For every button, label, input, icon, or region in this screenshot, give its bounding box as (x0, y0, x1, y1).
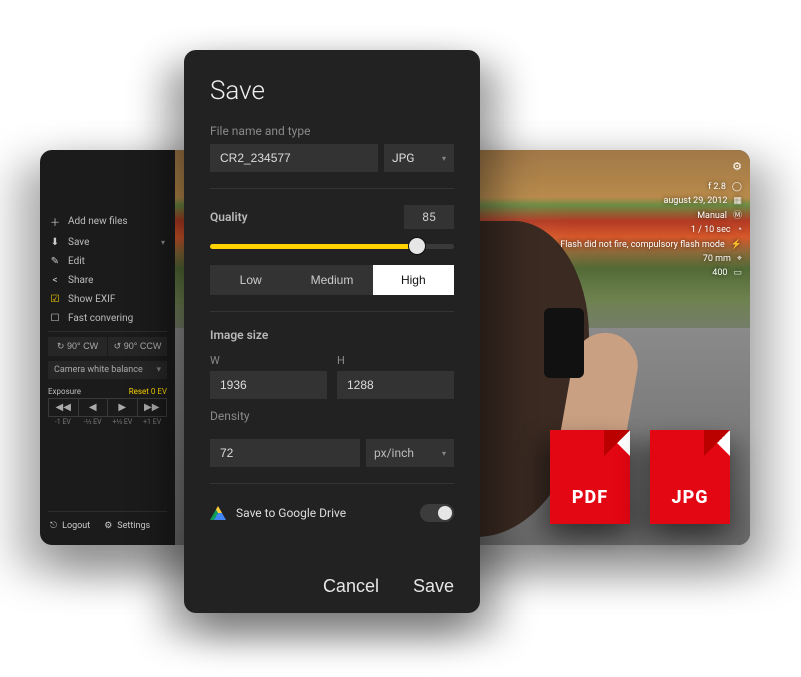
quality-value[interactable]: 85 (404, 205, 454, 229)
cancel-button[interactable]: Cancel (323, 576, 379, 597)
width-input[interactable] (210, 371, 327, 399)
sidebar-item-fast-converting[interactable]: ☐ Fast convering (48, 309, 167, 328)
sidebar: ＋ Add new files ⬇ Save ▾ ✎ Edit < Share … (40, 150, 175, 545)
calendar-icon: ▦ (733, 194, 742, 208)
sidebar-item-label: Edit (68, 256, 85, 267)
gdrive-label: Save to Google Drive (236, 506, 410, 520)
divider (48, 331, 167, 332)
settings-button[interactable]: ⚙Settings (104, 521, 150, 531)
quality-label: Quality (210, 210, 248, 224)
rotate-cw-button[interactable]: ↻ 90° CW (48, 337, 107, 356)
jpg-badge: JPG (650, 430, 730, 524)
divider (48, 511, 167, 512)
clock-icon: ◔ (737, 223, 742, 237)
exif-mode: Manual (697, 209, 727, 223)
sidebar-item-label: Share (68, 275, 93, 286)
density-unit-value: px/inch (374, 446, 414, 460)
image-size-label: Image size (210, 328, 454, 342)
lens-icon: ⌖ (737, 252, 742, 266)
ev-plus-third[interactable]: ▶ (108, 398, 138, 417)
exif-fstop: f 2.8 (708, 180, 726, 194)
quality-high-button[interactable]: High (373, 265, 454, 295)
exposure-labels: -1 EV -⅓ EV +⅓ EV +1 EV (48, 418, 167, 426)
pdf-badge-label: PDF (550, 487, 630, 508)
sidebar-item-save[interactable]: ⬇ Save ▾ (48, 233, 167, 252)
logout-button[interactable]: ⎋Logout (50, 521, 90, 531)
height-input[interactable] (337, 371, 454, 399)
chevron-down-icon: ▾ (161, 238, 165, 247)
save-button[interactable]: Save (413, 576, 454, 597)
chevron-down-icon: ▾ (442, 154, 446, 163)
filetype-select[interactable]: JPG ▾ (384, 144, 454, 172)
mode-icon: Ⓜ (733, 209, 742, 223)
density-label: Density (210, 409, 454, 423)
white-balance-select[interactable]: Camera white balance (48, 361, 167, 379)
exif-shutter: 1 / 10 sec (691, 223, 731, 237)
quality-low-button[interactable]: Low (210, 265, 291, 295)
pencil-icon: ✎ (50, 256, 60, 267)
ev-minus-1[interactable]: ◀◀ (48, 398, 79, 417)
exif-overlay: f 2.8 ◯ august 29, 2012 ▦ Manual Ⓜ 1 / 10 s… (560, 180, 742, 281)
sidebar-item-label: Show EXIF (68, 294, 115, 305)
filetype-value: JPG (392, 151, 414, 165)
exposure-stepper: ◀◀ ◀ ▶ ▶▶ (48, 398, 167, 417)
checkbox-checked-icon: ☑ (50, 294, 60, 305)
exif-date: august 29, 2012 (663, 194, 727, 208)
sidebar-item-label: Fast convering (68, 313, 133, 324)
sidebar-item-label: Save (68, 237, 89, 248)
iso-icon: ▭ (733, 266, 742, 280)
quality-preset-segment: Low Medium High (210, 265, 454, 295)
flash-icon: ⚡ (731, 238, 742, 252)
jpg-badge-label: JPG (650, 487, 730, 508)
gdrive-toggle[interactable] (420, 504, 454, 522)
divider (210, 188, 454, 189)
download-icon: ⬇ (50, 237, 60, 248)
exif-iso: 400 (712, 266, 727, 280)
google-drive-icon (210, 506, 226, 520)
exif-flash: Flash did not fire, compulsory flash mod… (560, 238, 725, 252)
slider-thumb[interactable] (409, 238, 425, 254)
rotate-controls: ↻ 90° CW ↺ 90° CCW (48, 337, 167, 356)
filename-section-label: File name and type (210, 124, 454, 138)
gear-icon: ⚙ (104, 521, 112, 531)
checkbox-empty-icon: ☐ (50, 313, 60, 324)
save-dialog: Save File name and type JPG ▾ Quality 85… (184, 50, 480, 613)
rotate-ccw-button[interactable]: ↺ 90° CCW (107, 337, 167, 356)
ev-minus-third[interactable]: ◀ (79, 398, 109, 417)
density-input[interactable] (210, 439, 360, 467)
pdf-badge: PDF (550, 430, 630, 524)
dialog-title: Save (210, 76, 454, 106)
ev-plus-1[interactable]: ▶▶ (138, 398, 168, 417)
sidebar-item-show-exif[interactable]: ☑ Show EXIF (48, 290, 167, 309)
chevron-down-icon: ▾ (442, 449, 446, 458)
quality-medium-button[interactable]: Medium (291, 265, 372, 295)
sidebar-item-label: Add new files (68, 216, 128, 227)
share-icon: < (50, 275, 60, 286)
sidebar-item-add-files[interactable]: ＋ Add new files (48, 210, 167, 233)
density-unit-select[interactable]: px/inch ▾ (366, 439, 454, 467)
sidebar-item-share[interactable]: < Share (48, 271, 167, 290)
plus-icon: ＋ (50, 214, 60, 229)
exposure-label: Exposure (48, 387, 81, 396)
logout-icon: ⎋ (50, 521, 57, 531)
divider (210, 483, 454, 484)
exif-focal: 70 mm (703, 252, 731, 266)
width-label: W (210, 354, 327, 367)
quality-slider[interactable] (210, 237, 454, 255)
exposure-reset[interactable]: Reset 0 EV (129, 387, 167, 396)
divider (210, 311, 454, 312)
preview-settings-icon[interactable]: ⚙ (732, 160, 742, 173)
sidebar-item-edit[interactable]: ✎ Edit (48, 252, 167, 271)
height-label: H (337, 354, 454, 367)
filename-input[interactable] (210, 144, 378, 172)
aperture-icon: ◯ (732, 180, 742, 194)
